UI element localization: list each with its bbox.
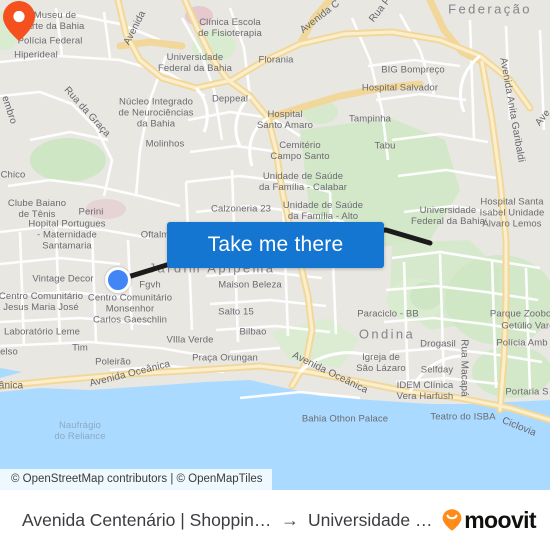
moovit-wordmark: moovit bbox=[464, 506, 536, 533]
trip-origin-label: Avenida Centenário | Shopping B... bbox=[22, 509, 272, 530]
take-me-there-label: Take me there bbox=[207, 233, 344, 256]
arrow-right-icon: → bbox=[281, 509, 299, 530]
map-attribution[interactable]: © OpenStreetMap contributors | © OpenMap… bbox=[0, 469, 272, 490]
moovit-pin-icon bbox=[442, 509, 462, 531]
destination-pin[interactable] bbox=[0, 0, 38, 42]
trip-summary: Avenida Centenário | Shopping B... → Uni… bbox=[22, 510, 441, 531]
moovit-directions-screen: Museu de Arte da Bahia Polícia Federal Hip… bbox=[0, 0, 550, 550]
trip-destination-label: Universidade F... bbox=[308, 509, 436, 530]
map-canvas[interactable]: Museu de Arte da Bahia Polícia Federal Hip… bbox=[0, 0, 550, 490]
take-me-there-button[interactable]: Take me there bbox=[167, 222, 384, 268]
origin-dot[interactable] bbox=[105, 267, 131, 293]
footer-bar: Avenida Centenário | Shopping B... → Uni… bbox=[0, 490, 550, 550]
moovit-logo[interactable]: moovit bbox=[441, 506, 537, 534]
